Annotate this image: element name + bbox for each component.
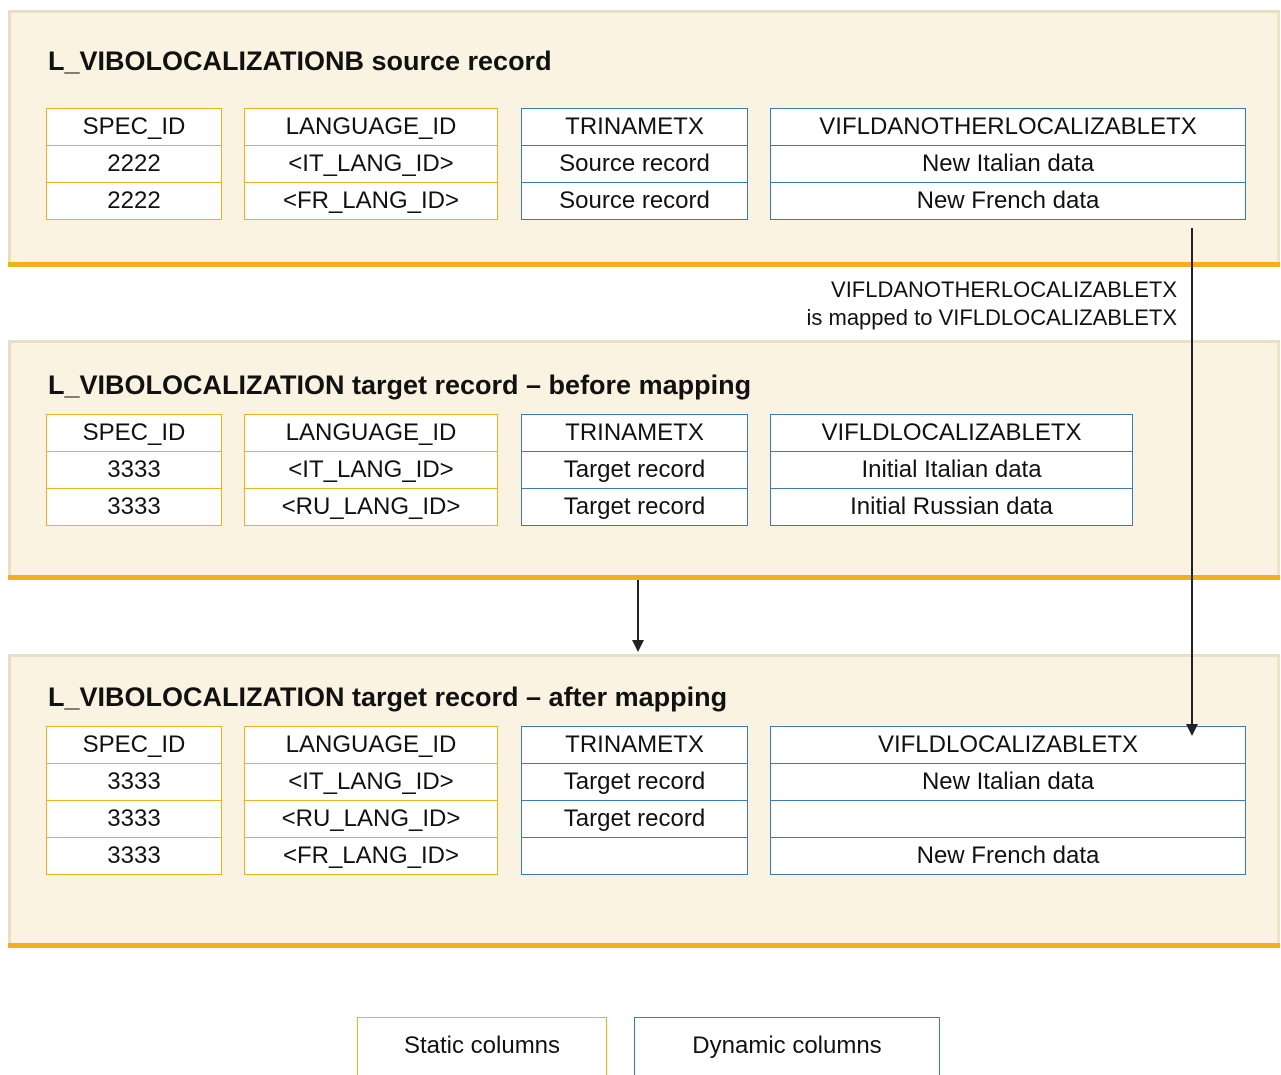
mapping-arrows [632, 228, 1198, 736]
mapping-arrow-head [1186, 724, 1198, 736]
legend-static-columns: Static columns [357, 1017, 607, 1075]
flow-arrow-head [632, 640, 644, 652]
legend-dynamic-columns: Dynamic columns [634, 1017, 940, 1075]
